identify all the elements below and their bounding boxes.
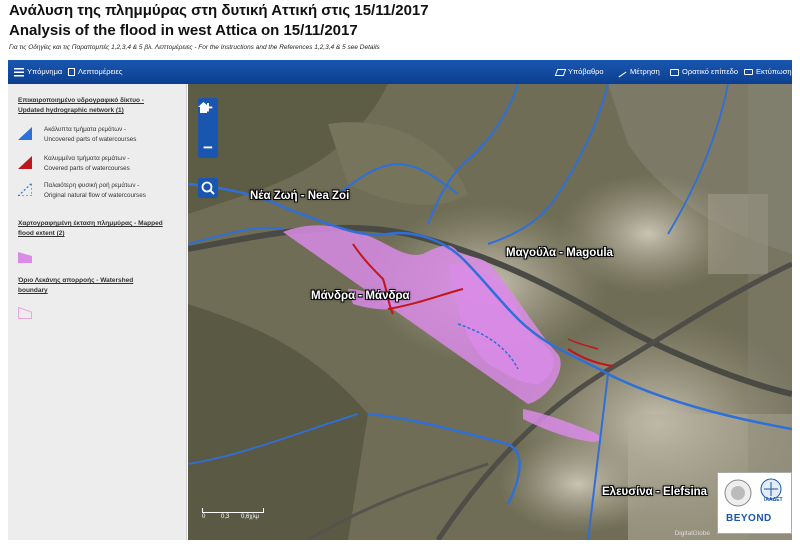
- fullscreen-button[interactable]: Ορατικό επίπεδο: [670, 60, 738, 84]
- place-label-nea-zoi: Νέα Ζωή - Nea Zoi: [250, 190, 350, 202]
- home-button[interactable]: [198, 102, 218, 138]
- measure-button[interactable]: Μέτρηση: [618, 60, 660, 84]
- legend-section-watershed: Όριο Λεκάνης απορροής - Watershed bounda…: [18, 276, 180, 296]
- flood-extent-swatch-icon: [18, 252, 32, 263]
- place-label-magoula: Μαγούλα - Magoula: [506, 247, 613, 259]
- details-button-label: Λεπτομέρειες: [78, 67, 123, 76]
- ruler-icon: [618, 71, 627, 77]
- legend-section-flood-title-en: flood extent (2): [18, 230, 65, 237]
- search-icon: [201, 181, 215, 195]
- place-label-mandra: Μάνδρα - Μάνδρα: [311, 290, 410, 302]
- legend-item-covered-en: Covered parts of watercourses: [44, 165, 130, 172]
- document-icon: [68, 68, 75, 76]
- basemap-button-label: Υπόβαθρο: [568, 67, 604, 76]
- printer-icon: [744, 69, 753, 75]
- legend-item-original-flow-el: Παλαιότερη φυσική ροή ρεμάτων -: [44, 182, 140, 189]
- legend-section-flood: Χαρτογραφημένη έκταση πλημμύρας - Mapped…: [18, 219, 180, 239]
- page-title-english: Analysis of the flood in west Attica on …: [9, 22, 358, 39]
- scale-label-0: 0: [202, 514, 206, 520]
- logo-text: BEYOND: [726, 513, 772, 524]
- search-button[interactable]: [198, 178, 218, 198]
- scale-label-2: 0,6χλμ: [241, 514, 259, 520]
- covered-swatch-icon: [18, 156, 32, 169]
- scale-label-1: 0,3: [221, 514, 230, 520]
- legend-item-original-flow-en: Original natural flow of watercourses: [44, 192, 146, 199]
- print-button[interactable]: Εκτύπωση: [744, 60, 792, 84]
- home-icon: [198, 102, 209, 113]
- seal-icon: [724, 478, 782, 507]
- satellite-map: [188, 84, 792, 540]
- watershed-swatch-icon: [18, 306, 32, 319]
- toolbar: Υπόμνημα Λεπτομέρειες Υπόβαθρο Μέτρηση Ο…: [8, 60, 792, 84]
- uncovered-swatch-icon: [18, 127, 32, 140]
- scale-bar: 0 0,3 0,6χλμ: [202, 508, 264, 520]
- map-view[interactable]: + − Νέα Ζωή - Nea Zoi Μαγούλα - Magoula …: [188, 84, 792, 540]
- page-subtitle: Για τις Οδηγίες και τις Παραπομπές 1,2,3…: [9, 44, 380, 51]
- measure-button-label: Μέτρηση: [630, 67, 660, 76]
- legend-section-hydro-title-el: Επικαιροποιημένο υδρογραφικό δίκτυο -: [18, 97, 144, 104]
- logo-org-text: ΙΑΑΔΕΤ: [764, 497, 783, 503]
- list-icon: [14, 67, 24, 77]
- legend-item-uncovered-el: Ακάλυπτα τμήματα ρεμάτων -: [44, 126, 127, 133]
- beyond-logo: ΙΑΑΔΕΤ BEYOND: [717, 472, 792, 534]
- original-flow-swatch-icon: [18, 183, 32, 196]
- details-button[interactable]: Λεπτομέρειες: [68, 60, 122, 84]
- screen-icon: [670, 68, 679, 76]
- legend-section-watershed-title-el: Όριο Λεκάνης απορροής - Watershed: [18, 277, 134, 284]
- legend-item-covered-el: Καλυμμένα τμήματα ρεμάτων -: [44, 155, 130, 162]
- legend-section-flood-title-el: Χαρτογραφημένη έκταση πλημμύρας - Mapped: [18, 220, 163, 227]
- legend-section-hydro: Επικαιροποιημένο υδρογραφικό δίκτυο - Up…: [18, 96, 180, 116]
- page-title-greek: Ανάλυση της πλημμύρας στη δυτική Αττική …: [9, 2, 429, 19]
- legend-button-label: Υπόμνημα: [27, 67, 63, 76]
- print-button-label: Εκτύπωση: [756, 67, 792, 76]
- legend-section-hydro-title-en: Updated hydrographic network (1): [18, 107, 124, 114]
- fullscreen-button-label: Ορατικό επίπεδο: [682, 67, 739, 76]
- legend-button[interactable]: Υπόμνημα: [14, 60, 62, 84]
- place-label-elefsina: Ελευσίνα - Elefsina: [602, 486, 708, 498]
- zoom-out-button[interactable]: −: [198, 138, 218, 158]
- legend-item-uncovered-en: Uncovered parts of watercourses: [44, 136, 137, 143]
- layers-icon: [554, 68, 567, 76]
- zoom-control: + −: [198, 98, 218, 158]
- map-credit: DigitalGlobe: [674, 530, 710, 537]
- legend-panel: Επικαιροποιημένο υδρογραφικό δίκτυο - Up…: [8, 84, 187, 540]
- basemap-button[interactable]: Υπόβαθρο: [554, 60, 604, 84]
- legend-section-watershed-title-en: boundary: [18, 287, 48, 294]
